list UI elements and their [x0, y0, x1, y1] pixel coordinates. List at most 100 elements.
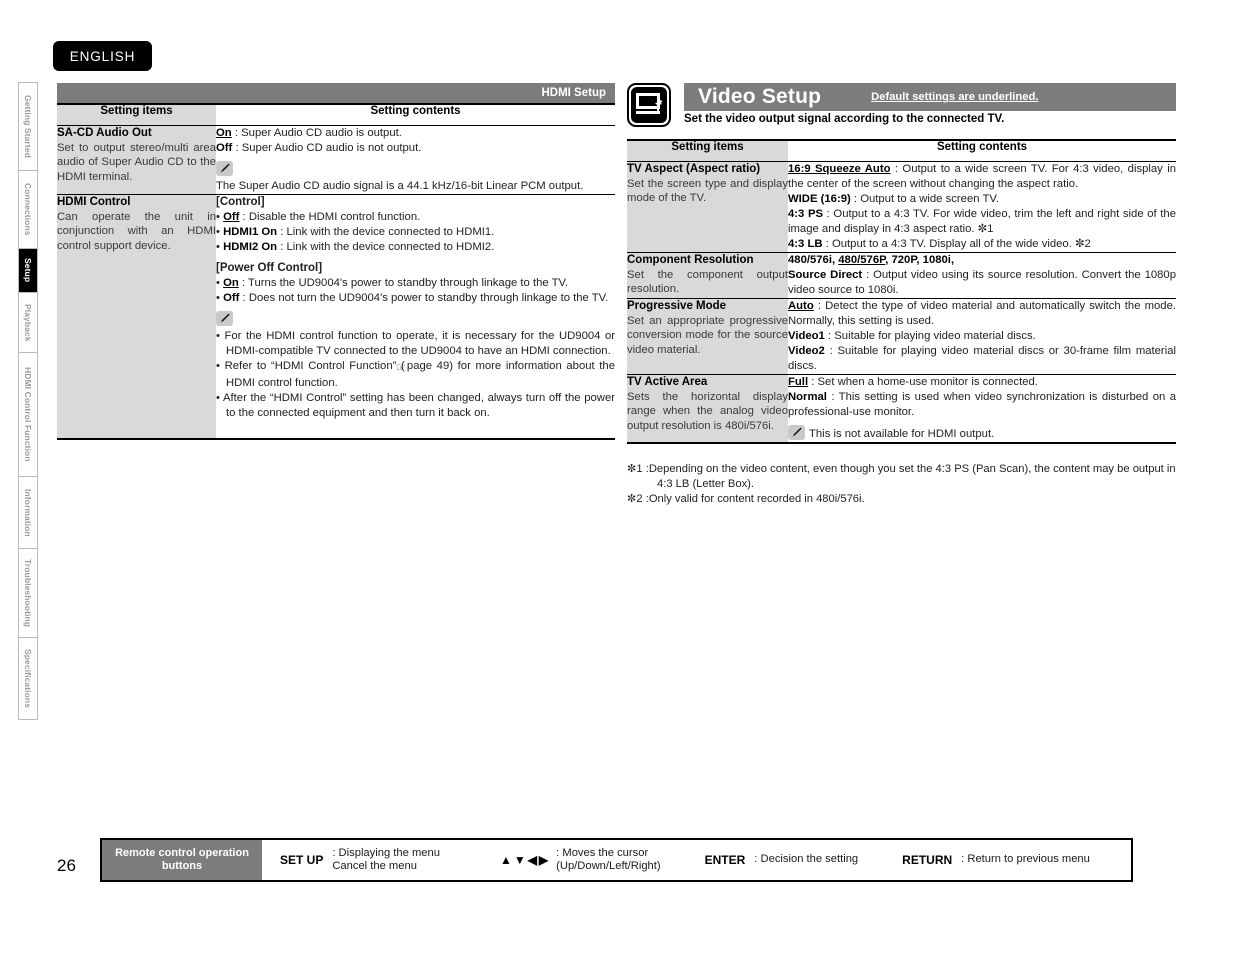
option-text: : Link with the device connected to HDMI… [280, 240, 495, 253]
option-label: WIDE (16:9) [788, 192, 851, 205]
option-line: On : Super Audio CD audio is output. [216, 126, 615, 141]
setting-item-cell: Component Resolution Set the component o… [627, 252, 788, 299]
note-pencil-icon [216, 310, 233, 326]
remote-key-label: ENTER [704, 853, 746, 867]
setting-contents-cell: 480/576i, 480/576P, 720P, 1080i, Source … [788, 252, 1176, 299]
video-setup-icon [627, 83, 671, 127]
note-row: This is not available for HDMI output. [788, 424, 1176, 442]
remote-key-desc-line2: Cancel the menu [332, 860, 417, 872]
option-group-heading: [Control] [216, 195, 265, 208]
sidebar-item-label: Troubleshooting [23, 558, 33, 628]
option-label: Off [223, 210, 240, 223]
setting-item-title: Progressive Mode [627, 299, 727, 312]
column-header-setting-items: Setting items [627, 139, 788, 162]
setting-options: 480/576i, 480/576P, 720P, 1080i, Source … [788, 253, 1176, 298]
setting-options: 16:9 Squeeze Auto : Output to a wide scr… [788, 162, 1176, 252]
setting-item-description: Sets the horizontal display range when t… [627, 390, 788, 432]
option-text: : Output to a 4:3 TV. Display all of the… [825, 237, 1091, 250]
table-row: Component Resolution Set the component o… [627, 252, 1176, 299]
setting-item-title: HDMI Control [57, 195, 131, 208]
hdmi-setup-section: HDMI Setup Setting items Setting content… [57, 83, 615, 440]
setting-item-title: Component Resolution [627, 253, 754, 266]
remote-key-desc-line1: : Decision the setting [754, 853, 859, 866]
sidebar-item-label: Information [23, 488, 33, 537]
monitor-wrench-icon [631, 87, 667, 123]
footnote-item: ✼1 :Depending on the video content, even… [627, 462, 1176, 492]
option-text: : This setting is used when video synchr… [788, 390, 1176, 418]
setting-item-cell: TV Aspect (Aspect ratio) Set the screen … [627, 161, 788, 253]
manual-page: Getting Started Connections Setup Playba… [0, 0, 1235, 954]
sidebar-item-specifications[interactable]: Specifications [18, 637, 38, 720]
option-line: WIDE (16:9) : Output to a wide screen TV… [788, 192, 1176, 207]
setting-item-title: TV Active Area [627, 375, 708, 388]
note-text: After the “HDMI Control” setting has bee… [222, 391, 615, 419]
sidebar-item-hdmi-control-function[interactable]: HDMI Control Function [18, 352, 38, 476]
option-line: 16:9 Squeeze Auto : Output to a wide scr… [788, 162, 1176, 192]
option-line: • HDMI2 On : Link with the device connec… [216, 240, 495, 253]
setting-item-description: Set to output stereo/multi area audio of… [57, 141, 216, 183]
sidebar-item-connections[interactable]: Connections [18, 170, 38, 248]
hdmi-setup-banner: HDMI Setup [57, 83, 615, 103]
remote-entry-cursor: ▲▼◀▶ : Moves the cursor (Up/Down/Left/Ri… [500, 840, 661, 880]
sidebar-item-getting-started[interactable]: Getting Started [18, 82, 38, 170]
note-text: For the HDMI control function to operate… [224, 329, 616, 357]
sidebar-item-label: Connections [23, 183, 33, 236]
option-text: : Suitable for playing video material di… [788, 344, 1176, 372]
sidebar-item-troubleshooting[interactable]: Troubleshooting [18, 548, 38, 637]
option-label: 16:9 Squeeze Auto [788, 162, 891, 175]
table-row: Progressive Mode Set an appropriate prog… [627, 298, 1176, 375]
option-line: • HDMI1 On : Link with the device connec… [216, 225, 495, 238]
option-line: Video1 : Suitable for playing video mate… [788, 329, 1176, 344]
option-label: On [223, 276, 239, 289]
option-label: Source Direct [788, 268, 863, 281]
option-text: : Set when a home-use monitor is connect… [811, 375, 1038, 388]
page-number: 26 [57, 856, 76, 875]
table-header-row: Setting items Setting contents [627, 139, 1176, 162]
option-text: : Link with the device connected to HDMI… [280, 225, 495, 238]
setting-item-title: TV Aspect (Aspect ratio) [627, 162, 761, 175]
option-text: : Super Audio CD audio is output. [234, 126, 402, 139]
column-header-setting-contents: Setting contents [788, 139, 1176, 162]
footnote-text: Depending on the video content, even tho… [648, 463, 1176, 490]
remote-key-label: RETURN [902, 853, 953, 867]
video-setup-subtitle: Set the video output signal according to… [684, 113, 1005, 125]
sidebar-item-information[interactable]: Information [18, 476, 38, 548]
sidebar-item-setup[interactable]: Setup [18, 248, 38, 292]
resolution-list: 480/576i, 480/576P, 720P, 1080i, [788, 253, 1176, 268]
option-line: Normal : This setting is used when video… [788, 390, 1176, 420]
sidebar-item-label: Specifications [23, 648, 33, 709]
setting-item-cell: HDMI Control Can operate the unit in con… [57, 194, 216, 440]
sidebar-item-label: Getting Started [23, 95, 33, 158]
option-line: Source Direct : Output video using its s… [788, 268, 1176, 298]
sidebar-item-playback[interactable]: Playback [18, 292, 38, 352]
option-label: Off [223, 291, 240, 304]
option-line: 4:3 LB : Output to a 4:3 TV. Display all… [788, 237, 1176, 252]
option-text: : Output to a 4:3 TV. For wide video, tr… [788, 207, 1176, 235]
option-text: : Does not turn the UD9004's power to st… [242, 291, 609, 304]
note-bullet: • After the “HDMI Control” setting has b… [216, 391, 615, 419]
remote-key-desc-line1: : Displaying the menu [332, 846, 440, 859]
option-label: Full [788, 375, 809, 388]
remote-key-desc-line2: (Up/Down/Left/Right) [556, 860, 661, 872]
remote-key-label: SET UP [280, 853, 324, 867]
setting-options: [Control] • Off : Disable the HDMI contr… [216, 195, 615, 421]
footnote-marker: ✼1 : [627, 463, 649, 475]
option-line: • Off : Disable the HDMI control functio… [216, 210, 421, 223]
column-header-setting-contents: Setting contents [216, 103, 615, 126]
option-label: Video2 [788, 344, 825, 357]
setting-item-description: Set the component output resolution. [627, 268, 788, 296]
section-tab-strip: Getting Started Connections Setup Playba… [18, 82, 38, 720]
remote-key-desc-line1: : Return to previous menu [961, 853, 1090, 866]
option-text: : Turns the UD9004's power to standby th… [241, 276, 569, 289]
setting-item-description: Can operate the unit in conjunction with… [57, 210, 216, 252]
footnote-item: ✼2 :Only valid for content recorded in 4… [627, 492, 1176, 507]
resolution-a: 480/576i, [788, 253, 839, 266]
video-setup-section: Video Setup Default settings are underli… [627, 83, 1176, 444]
option-label: Auto [788, 299, 814, 312]
footnote-marker: ✼2 : [627, 493, 649, 505]
setting-item-cell: Progressive Mode Set an appropriate prog… [627, 298, 788, 375]
setting-contents-cell: [Control] • Off : Disable the HDMI contr… [216, 194, 615, 440]
setting-item-cell: TV Active Area Sets the horizontal displ… [627, 374, 788, 444]
video-setup-table: Setting items Setting contents TV Aspect… [627, 139, 1176, 444]
option-label: Video1 [788, 329, 825, 342]
